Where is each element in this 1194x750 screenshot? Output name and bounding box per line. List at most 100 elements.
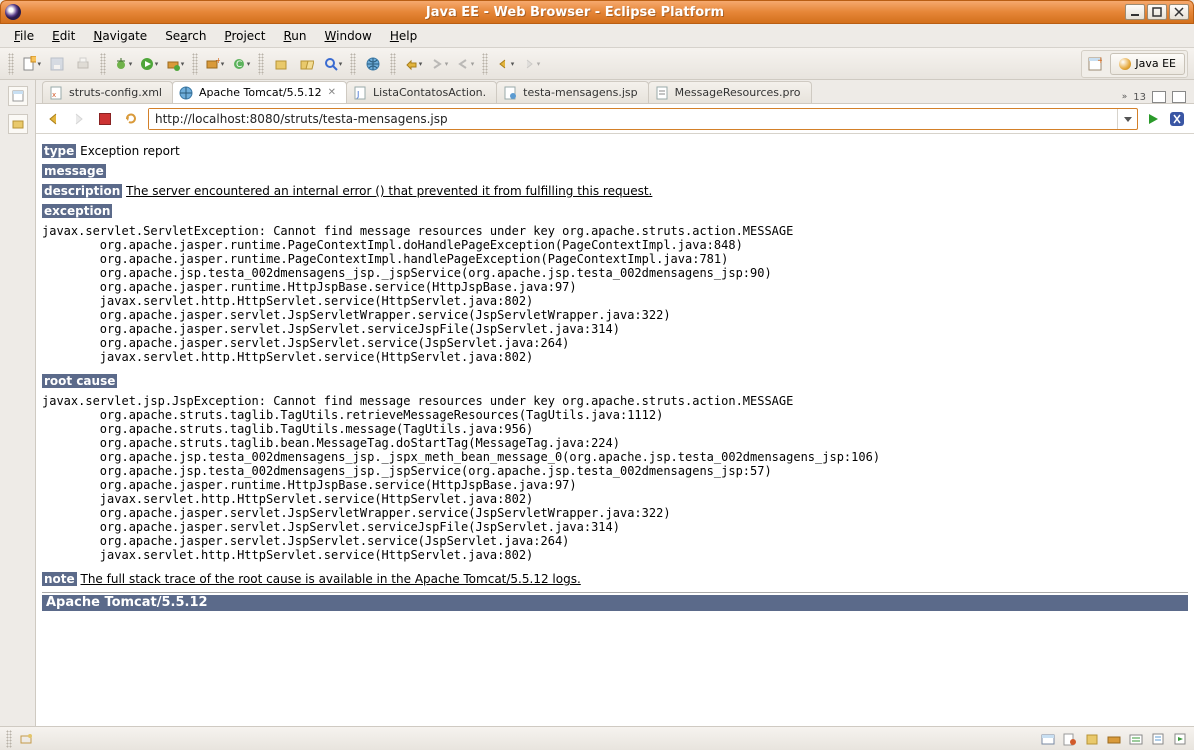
restore-view-button[interactable] <box>8 86 28 106</box>
java-file-icon: J <box>353 86 367 100</box>
note-value: The full stack trace of the root cause i… <box>81 572 581 586</box>
left-trim <box>0 80 36 726</box>
status-view-6[interactable] <box>1150 731 1166 747</box>
status-view-1[interactable] <box>1040 731 1056 747</box>
root-cause-stacktrace: javax.servlet.jsp.JspException: Cannot f… <box>42 394 1188 562</box>
maximize-button[interactable] <box>1147 4 1167 20</box>
new-server-button[interactable]: +▾ <box>204 53 226 75</box>
tab-label: MessageResources.pro <box>675 86 801 99</box>
tab-testa-mensagens[interactable]: testa-mensagens.jsp <box>496 81 648 103</box>
tab-overflow-button[interactable]: » <box>1122 92 1128 102</box>
menu-file[interactable]: File <box>6 27 42 45</box>
save-button[interactable] <box>46 53 68 75</box>
toolbar-grip <box>390 53 396 75</box>
next-annotation-button[interactable]: ▾ <box>428 53 450 75</box>
browser-favorites-button[interactable] <box>1168 110 1186 128</box>
javaee-icon <box>1119 58 1131 70</box>
statusbar-grip <box>6 730 12 748</box>
new-class-button[interactable]: C▾ <box>230 53 252 75</box>
back-history-button[interactable]: ▾ <box>494 53 516 75</box>
perspective-switcher: + Java EE <box>1081 50 1188 78</box>
eclipse-icon <box>5 4 21 20</box>
status-view-4[interactable] <box>1106 731 1122 747</box>
window-title: Java EE - Web Browser - Eclipse Platform <box>25 5 1125 20</box>
jsp-file-icon <box>503 86 517 100</box>
prev-annotation-button[interactable]: ▾ <box>454 53 476 75</box>
debug-button[interactable]: ▾ <box>112 53 134 75</box>
menu-search[interactable]: Search <box>157 27 214 45</box>
last-edit-button[interactable]: ▾ <box>402 53 424 75</box>
open-resource-button[interactable] <box>296 53 318 75</box>
window-titlebar: Java EE - Web Browser - Eclipse Platform <box>0 0 1194 24</box>
browser-toolbar <box>36 104 1194 134</box>
web-browser-button[interactable] <box>362 53 384 75</box>
tab-struts-config[interactable]: x struts-config.xml <box>42 81 173 103</box>
browser-stop-button[interactable] <box>96 110 114 128</box>
open-type-button[interactable] <box>270 53 292 75</box>
tab-apache-tomcat[interactable]: Apache Tomcat/5.5.12 ✕ <box>172 81 347 103</box>
run-button[interactable]: ▾ <box>138 53 160 75</box>
browser-forward-button[interactable] <box>70 110 88 128</box>
label-note: note <box>42 572 77 586</box>
main-area: x struts-config.xml Apache Tomcat/5.5.12… <box>0 80 1194 726</box>
menu-navigate[interactable]: Navigate <box>85 27 155 45</box>
minimize-editor-button[interactable] <box>1152 91 1166 103</box>
menu-run[interactable]: Run <box>275 27 314 45</box>
browser-back-button[interactable] <box>44 110 62 128</box>
close-icon[interactable]: ✕ <box>328 87 336 98</box>
label-root-cause: root cause <box>42 374 117 388</box>
menubar: File Edit Navigate Search Project Run Wi… <box>0 24 1194 48</box>
minimize-button[interactable] <box>1125 4 1145 20</box>
tab-lista-contatos[interactable]: J ListaContatosAction. <box>346 81 497 103</box>
description-value: The server encountered an internal error… <box>126 184 652 198</box>
menu-label: File <box>14 29 34 43</box>
status-view-7[interactable] <box>1172 731 1188 747</box>
main-toolbar: ▾ ▾ ▾ ▾ +▾ C▾ ▾ ▾ ▾ ▾ <box>0 48 1194 80</box>
search-button[interactable]: ▾ <box>322 53 344 75</box>
svg-text:x: x <box>52 91 56 99</box>
tab-message-resources[interactable]: MessageResources.pro <box>648 81 812 103</box>
svg-text:J: J <box>356 90 359 99</box>
status-bar <box>0 726 1194 750</box>
tab-overflow-count: 13 <box>1133 92 1146 103</box>
url-input[interactable] <box>149 109 1117 129</box>
forward-history-button[interactable]: ▾ <box>520 53 542 75</box>
open-perspective-button[interactable]: + <box>1084 53 1106 75</box>
browser-viewport[interactable]: type Exception report message descriptio… <box>36 134 1194 726</box>
status-view-5[interactable] <box>1128 731 1144 747</box>
minimized-view-button[interactable] <box>8 114 28 134</box>
browser-refresh-button[interactable] <box>122 110 140 128</box>
toolbar-grip <box>192 53 198 75</box>
properties-file-icon <box>655 86 669 100</box>
editor-area: x struts-config.xml Apache Tomcat/5.5.12… <box>36 80 1194 726</box>
status-item[interactable] <box>18 731 34 747</box>
label-exception: exception <box>42 204 112 218</box>
label-type: type <box>42 144 76 158</box>
menu-edit[interactable]: Edit <box>44 27 83 45</box>
toolbar-grip <box>100 53 106 75</box>
perspective-label: Java EE <box>1135 57 1176 70</box>
tab-label: testa-mensagens.jsp <box>523 86 637 99</box>
browser-go-button[interactable] <box>1146 112 1160 126</box>
menu-help[interactable]: Help <box>382 27 425 45</box>
menu-project[interactable]: Project <box>216 27 273 45</box>
url-dropdown-button[interactable] <box>1117 109 1137 129</box>
svg-text:+: + <box>215 57 220 65</box>
menu-window[interactable]: Window <box>317 27 380 45</box>
perspective-javaee[interactable]: Java EE <box>1110 53 1185 75</box>
close-button[interactable] <box>1169 4 1189 20</box>
run-on-server-button[interactable]: ▾ <box>164 53 186 75</box>
svg-text:+: + <box>1097 57 1102 66</box>
status-view-3[interactable] <box>1084 731 1100 747</box>
status-view-2[interactable] <box>1062 731 1078 747</box>
xml-file-icon: x <box>49 86 63 100</box>
new-button[interactable]: ▾ <box>20 53 42 75</box>
stop-icon <box>99 113 111 125</box>
tomcat-footer: Apache Tomcat/5.5.12 <box>42 595 1188 611</box>
svg-text:C: C <box>236 60 242 70</box>
toolbar-grip <box>350 53 356 75</box>
maximize-editor-button[interactable] <box>1172 91 1186 103</box>
print-button[interactable] <box>72 53 94 75</box>
url-bar <box>148 108 1138 130</box>
exception-stacktrace: javax.servlet.ServletException: Cannot f… <box>42 224 1188 364</box>
